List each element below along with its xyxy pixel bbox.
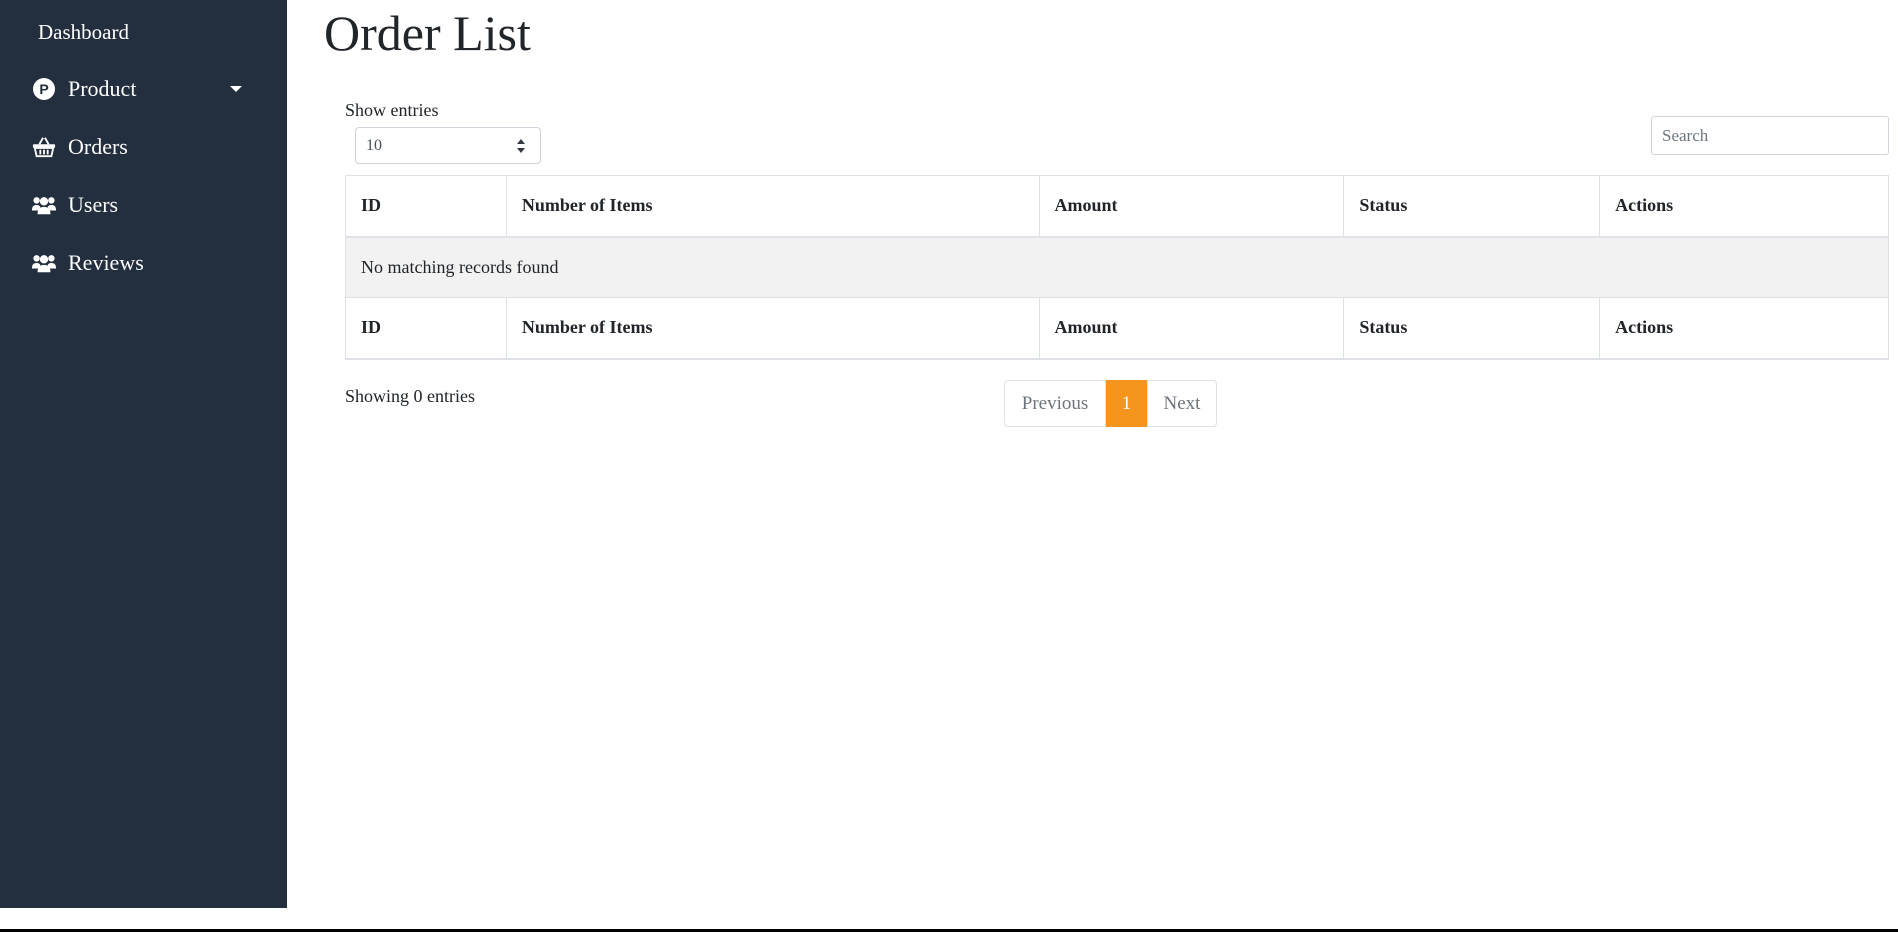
- sidebar-item-reviews[interactable]: Reviews: [32, 243, 144, 283]
- empty-table-message: No matching records found: [345, 236, 1889, 298]
- pagination: Previous 1 Next: [1004, 380, 1217, 427]
- product-icon-letter: P: [39, 81, 48, 97]
- column-header-actions[interactable]: Actions: [1599, 175, 1889, 238]
- orders-table: ID Number of Items Amount Status Actions…: [345, 175, 1889, 360]
- table-row: No matching records found: [345, 236, 1889, 298]
- sidebar-item-dashboard[interactable]: Dashboard: [38, 12, 129, 52]
- next-page-button[interactable]: Next: [1147, 380, 1217, 427]
- sidebar-item-label: Product: [68, 76, 137, 101]
- users-icon: [32, 193, 56, 217]
- basket-icon: [32, 135, 56, 159]
- previous-page-button[interactable]: Previous: [1004, 380, 1106, 427]
- users-icon: [32, 251, 56, 275]
- table-footer-row: ID Number of Items Amount Status Actions: [345, 297, 1889, 360]
- sidebar-item-label: Users: [68, 192, 119, 217]
- entries-select-value: 10: [366, 136, 382, 154]
- sidebar: Dashboard P Product Orders Users Reviews: [0, 0, 287, 908]
- page-1-button[interactable]: 1: [1106, 380, 1147, 427]
- updown-arrows-icon: [516, 138, 526, 154]
- sidebar-item-label: Dashboard: [38, 19, 129, 44]
- footer-header-id: ID: [345, 297, 507, 360]
- table-header-row: ID Number of Items Amount Status Actions: [345, 175, 1889, 238]
- show-entries-label: Show entries: [345, 100, 439, 120]
- column-header-id[interactable]: ID: [345, 175, 507, 238]
- entries-select[interactable]: 10: [355, 127, 541, 164]
- footer-header-number-of-items: Number of Items: [505, 297, 1040, 360]
- table-info: Showing 0 entries: [345, 386, 475, 406]
- column-header-number-of-items[interactable]: Number of Items: [505, 175, 1040, 238]
- footer-header-amount: Amount: [1038, 297, 1345, 360]
- sidebar-item-label: Orders: [68, 134, 128, 159]
- sidebar-item-users[interactable]: Users: [32, 185, 118, 225]
- search-input[interactable]: [1651, 116, 1889, 155]
- sidebar-item-label: Reviews: [68, 250, 144, 275]
- column-header-status[interactable]: Status: [1343, 175, 1601, 238]
- sidebar-item-orders[interactable]: Orders: [32, 127, 128, 167]
- footer-header-status: Status: [1343, 297, 1601, 360]
- product-circle-icon: P: [32, 77, 56, 101]
- sidebar-item-product[interactable]: P Product: [32, 69, 136, 109]
- page-title: Order List: [324, 5, 531, 61]
- footer-header-actions: Actions: [1599, 297, 1889, 360]
- column-header-amount[interactable]: Amount: [1038, 175, 1345, 238]
- chevron-down-icon[interactable]: [230, 86, 242, 92]
